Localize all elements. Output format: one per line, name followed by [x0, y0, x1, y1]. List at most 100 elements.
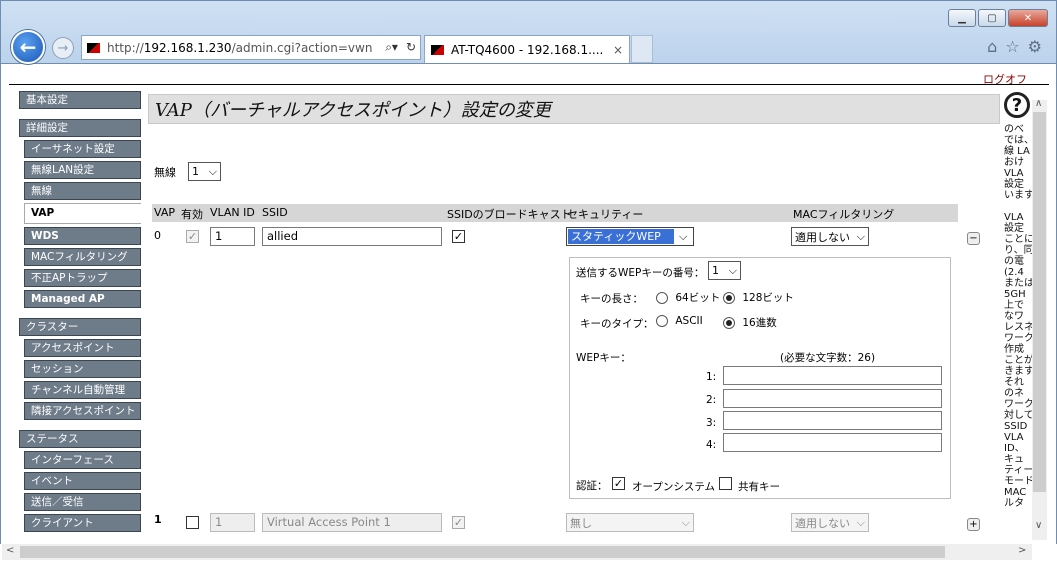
- new-tab-button[interactable]: [631, 35, 653, 63]
- header-divider: [9, 84, 1049, 85]
- refresh-icon[interactable]: ↻: [406, 40, 416, 55]
- wep-key-number-select[interactable]: 1 ⌵: [708, 261, 741, 280]
- nav-rogue-ap[interactable]: 不正APトラップ: [24, 269, 141, 287]
- minimize-button[interactable]: ▁: [948, 9, 976, 27]
- security-select[interactable]: 無し ⌵: [566, 513, 694, 532]
- page-title: VAP（バーチャルアクセスポイント）設定の変更: [148, 94, 1000, 124]
- required-chars-note: (必要な文字数：26): [780, 352, 876, 364]
- back-button[interactable]: ←: [11, 30, 45, 64]
- vap-table-header: VAP 有効 VLAN ID SSID SSIDのブロードキャスト セキュリティ…: [152, 204, 958, 222]
- wep-key-1-input[interactable]: [723, 366, 942, 385]
- close-window-button[interactable]: ✕: [1008, 9, 1048, 27]
- scroll-left-icon[interactable]: <: [6, 545, 14, 556]
- vap-number: 0: [154, 229, 161, 242]
- wep-key-2-label: 2:: [706, 394, 717, 406]
- auth-shared-label: 共有キー: [738, 481, 780, 493]
- vlan-id-input[interactable]: 1: [210, 227, 255, 246]
- nav-advanced-settings[interactable]: 詳細設定: [19, 119, 141, 137]
- wep-key-label: WEPキー：: [576, 352, 631, 364]
- vap-number: 1: [154, 513, 162, 526]
- maximize-button[interactable]: ▢: [978, 9, 1006, 27]
- help-vertical-scrollbar[interactable]: ∧ ∨: [1032, 98, 1047, 540]
- nav-wireless-lan[interactable]: 無線LAN設定: [24, 161, 141, 179]
- browser-tab[interactable]: AT-TQ4600 - 192.168.1.... ×: [424, 35, 630, 63]
- ssid-broadcast-checkbox[interactable]: ✓: [452, 230, 465, 243]
- key-length-128-option[interactable]: 128ビット: [723, 290, 794, 305]
- mac-filter-select[interactable]: 適用しない ⌵: [791, 513, 869, 532]
- nav-ethernet[interactable]: イーサネット設定: [24, 140, 141, 158]
- radio-hex[interactable]: [723, 317, 735, 329]
- wep-key-4-input[interactable]: [723, 433, 942, 452]
- scroll-thumb[interactable]: [1033, 112, 1046, 492]
- address-bar[interactable]: http://192.168.1.230/admin.cgi?action=vw…: [81, 35, 421, 60]
- mac-filter-select[interactable]: 適用しない ⌵: [791, 227, 869, 246]
- search-icon[interactable]: ⌕▾: [385, 40, 398, 55]
- nav-status[interactable]: ステータス: [19, 430, 141, 448]
- vlan-id-input[interactable]: 1: [210, 513, 255, 532]
- forward-button[interactable]: →: [52, 37, 74, 59]
- wep-settings-panel: 送信するWEPキーの番号： 1 ⌵ キーの長さ： 64ビット 128ビット キーの…: [569, 257, 951, 499]
- nav-channel-management[interactable]: チャンネル自動管理: [24, 381, 141, 399]
- auth-open-label: オープンシステム: [632, 481, 716, 493]
- nav-interfaces[interactable]: インターフェース: [24, 451, 141, 469]
- nav-access-points[interactable]: アクセスポイント: [24, 339, 141, 357]
- nav-radio[interactable]: 無線: [24, 182, 141, 200]
- nav-basic-settings[interactable]: 基本設定: [19, 91, 141, 109]
- nav-vap[interactable]: VAP: [24, 203, 141, 224]
- nav-wds[interactable]: WDS: [24, 227, 141, 245]
- enabled-checkbox[interactable]: ✓: [186, 230, 199, 243]
- tab-favicon-icon: [431, 44, 444, 55]
- key-type-ascii-option[interactable]: ASCII: [656, 315, 703, 327]
- nav-neighbor-ap[interactable]: 隣接アクセスポイント: [24, 402, 141, 420]
- chevron-down-icon: ⌵: [856, 229, 865, 243]
- key-length-label: キーの長さ：: [580, 293, 643, 305]
- ssid-input[interactable]: allied: [262, 227, 442, 246]
- radio-select[interactable]: 1 ⌵: [188, 162, 221, 181]
- key-type-label: キーのタイプ：: [580, 318, 654, 330]
- horizontal-scrollbar[interactable]: < >: [2, 544, 1032, 560]
- scroll-down-icon[interactable]: ∨: [1035, 520, 1042, 531]
- home-icon[interactable]: ⌂: [987, 37, 997, 56]
- radio-64bit[interactable]: [656, 292, 668, 304]
- tab-title: AT-TQ4600 - 192.168.1....: [451, 42, 604, 57]
- wep-key-3-input[interactable]: [723, 411, 942, 430]
- ssid-input[interactable]: Virtual Access Point 1: [262, 513, 442, 532]
- ssid-broadcast-checkbox[interactable]: ✓: [452, 516, 465, 529]
- scroll-right-icon[interactable]: >: [1018, 545, 1026, 556]
- vap-row-1: 1 1 Virtual Access Point 1 ✓ 無し ⌵ 適用しない ⌵ …: [148, 513, 1000, 537]
- nav-mac-filtering[interactable]: MACフィルタリング: [24, 248, 141, 266]
- key-type-hex-option[interactable]: 16進数: [723, 315, 777, 330]
- favorites-star-icon[interactable]: ☆: [1005, 37, 1019, 56]
- enabled-checkbox[interactable]: [186, 516, 199, 529]
- col-vap: VAP: [154, 206, 175, 219]
- settings-gear-icon[interactable]: ⚙: [1028, 37, 1042, 56]
- help-question-icon[interactable]: ?: [1004, 92, 1030, 118]
- url-prefix: http://: [107, 40, 144, 55]
- radio-128bit[interactable]: [723, 292, 735, 304]
- chevron-down-icon: ⌵: [208, 164, 217, 178]
- security-select[interactable]: スタティックWEP ⌵: [566, 227, 694, 246]
- radio-ascii[interactable]: [656, 315, 668, 327]
- wep-key-1-label: 1:: [706, 371, 717, 383]
- col-ssid-broadcast: SSIDのブロードキャスト: [447, 208, 572, 221]
- nav-events[interactable]: イベント: [24, 472, 141, 490]
- nav-cluster[interactable]: クラスター: [19, 318, 141, 336]
- tab-close-icon[interactable]: ×: [613, 43, 623, 57]
- radio-label: 無線: [154, 165, 176, 179]
- key-length-64-option[interactable]: 64ビット: [656, 290, 720, 305]
- auth-shared-checkbox[interactable]: [719, 477, 732, 490]
- nav-clients[interactable]: クライアント: [24, 514, 141, 532]
- vap-row-0: 0 ✓ 1 allied ✓ スタティックWEP ⌵ 適用しない ⌵ −: [148, 227, 1000, 251]
- scroll-up-icon[interactable]: ∧: [1035, 98, 1042, 109]
- scroll-thumb[interactable]: [20, 546, 945, 558]
- chevron-down-icon: ⌵: [856, 515, 865, 529]
- nav-managed-ap[interactable]: Managed AP: [24, 290, 141, 308]
- auth-open-checkbox[interactable]: ✓: [612, 477, 625, 490]
- nav-tx-rx[interactable]: 送信／受信: [24, 493, 141, 511]
- collapse-icon[interactable]: −: [967, 232, 980, 245]
- nav-sessions[interactable]: セッション: [24, 360, 141, 378]
- expand-icon[interactable]: +: [967, 518, 980, 531]
- wep-key-3-label: 3:: [706, 417, 717, 429]
- page-content: ログオフ 基本設定 詳細設定 イーサネット設定 無線LAN設定 無線 VAP W…: [0, 64, 1057, 544]
- wep-key-2-input[interactable]: [723, 389, 942, 408]
